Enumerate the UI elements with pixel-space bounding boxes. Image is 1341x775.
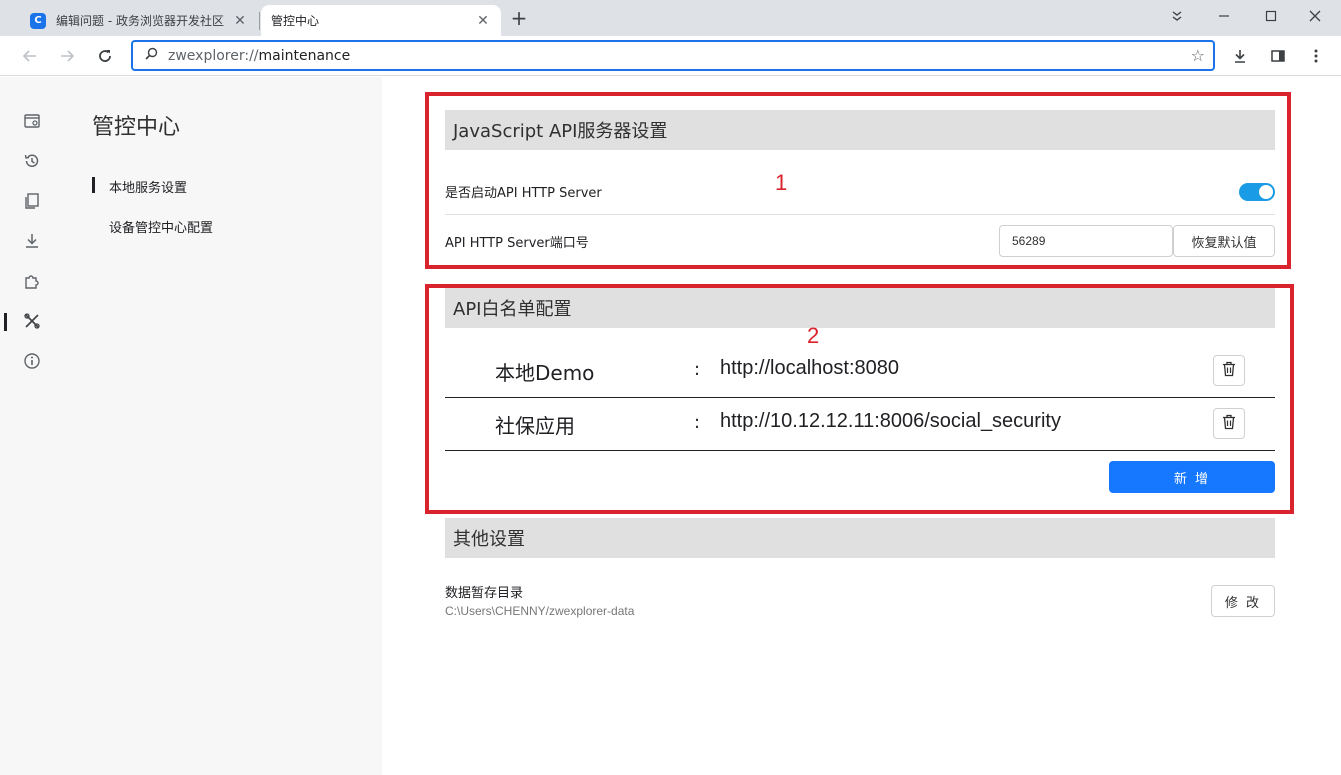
tab-title: 编辑问题 - 政务浏览器开发社区 <box>56 14 224 28</box>
site-favicon-icon: C <box>30 12 46 29</box>
url-path: maintenance <box>258 47 351 64</box>
extensions-puzzle-icon[interactable] <box>22 271 42 291</box>
page-title: 管控中心 <box>92 115 181 140</box>
other-section-header: 其他设置 <box>445 518 1275 558</box>
annotation-box-2 <box>425 284 1294 514</box>
history-icon[interactable] <box>22 151 42 171</box>
tab-control-center[interactable]: 管控中心 ✕ <box>261 5 501 36</box>
bookmarks-icon[interactable] <box>22 191 42 211</box>
download-icon[interactable] <box>1228 44 1252 68</box>
close-tab-icon[interactable]: ✕ <box>232 13 248 29</box>
modify-dir-button[interactable]: 修 改 <box>1211 585 1275 617</box>
back-arrow-icon[interactable] <box>18 44 42 68</box>
menu-kebab-icon[interactable] <box>1304 44 1328 68</box>
tab-title: 管控中心 <box>271 14 320 28</box>
minimize-icon[interactable] <box>1209 4 1239 28</box>
browser-settings-icon[interactable] <box>22 111 42 131</box>
tab-search-icon[interactable] <box>1162 4 1192 28</box>
settings-nav: 管控中心 本地服务设置 设备管控中心配置 <box>62 77 382 775</box>
annotation-box-1 <box>425 92 1291 269</box>
side-panel-icon[interactable] <box>1266 44 1290 68</box>
tab-edit-question[interactable]: C 编辑问题 - 政务浏览器开发社区 ✕ <box>20 5 258 36</box>
download-icon[interactable] <box>22 231 42 251</box>
data-dir-label: 数据暂存目录 <box>445 586 524 601</box>
rail-active-indicator <box>4 313 7 331</box>
annotation-label-2: 2 <box>807 323 820 348</box>
tools-icon[interactable] <box>22 311 42 331</box>
nav-item-local-service[interactable]: 本地服务设置 <box>109 177 187 196</box>
close-tab-icon[interactable]: ✕ <box>475 13 491 29</box>
close-window-icon[interactable] <box>1300 4 1330 28</box>
bookmark-star-icon[interactable]: ☆ <box>1191 46 1205 65</box>
nav-item-device-center[interactable]: 设备管控中心配置 <box>109 217 213 236</box>
nav-active-indicator <box>92 177 95 193</box>
data-dir-path: C:\Users\CHENNY/zwexplorer-data <box>445 604 635 618</box>
browser-toolbar: zwexplorer://maintenance ☆ <box>0 36 1341 76</box>
info-icon[interactable] <box>22 351 42 371</box>
search-icon <box>145 47 158 64</box>
icon-rail <box>0 77 62 775</box>
reload-icon[interactable] <box>93 44 117 68</box>
maximize-icon[interactable] <box>1256 4 1286 28</box>
tab-separator <box>259 12 260 30</box>
annotation-label-1: 1 <box>775 170 788 195</box>
new-tab-button[interactable]: + <box>508 8 530 30</box>
forward-arrow-icon[interactable] <box>55 44 79 68</box>
tab-strip: C 编辑问题 - 政务浏览器开发社区 ✕ 管控中心 ✕ + <box>0 0 1341 36</box>
url-scheme: zwexplorer:// <box>168 47 259 64</box>
address-bar[interactable]: zwexplorer://maintenance ☆ <box>131 40 1215 71</box>
